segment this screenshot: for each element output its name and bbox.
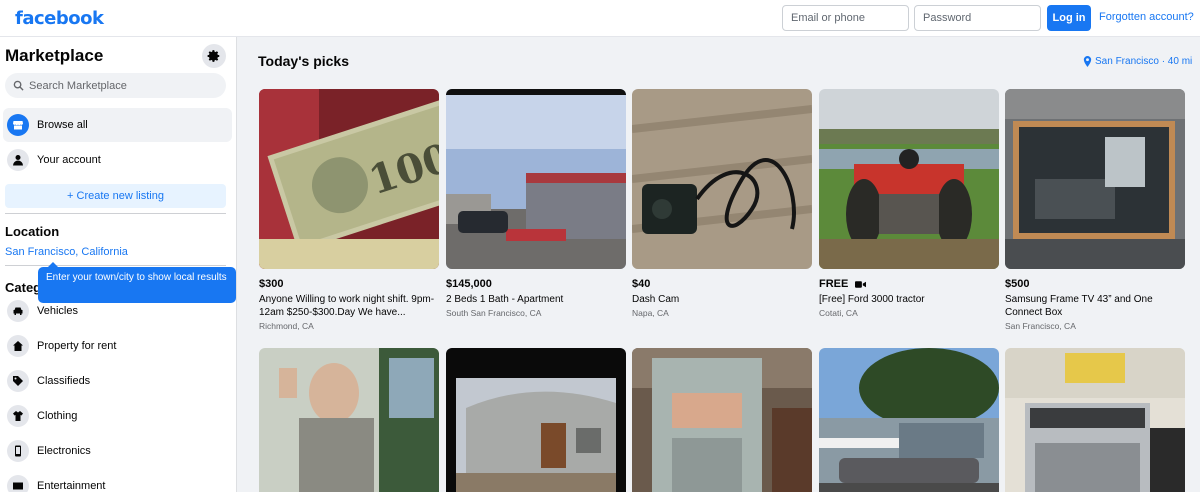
category-label: Clothing: [37, 410, 78, 422]
sidebar: Marketplace Browse all Your account + Cr…: [0, 37, 237, 492]
film-icon: [7, 475, 29, 492]
top-bar: facebook Log in Forgotten account?: [0, 0, 1200, 37]
listing-card[interactable]: $145,000 2 Beds 1 Bath - Apartment South…: [446, 89, 626, 318]
listing-price: $500: [1005, 278, 1030, 290]
listing-title: Anyone Willing to work night shift. 9pm-…: [259, 294, 435, 318]
listing-image-tractor[interactable]: [819, 89, 999, 269]
nav-label: Your account: [37, 154, 101, 166]
listing-image-house-car[interactable]: [819, 348, 999, 492]
password-field[interactable]: [914, 5, 1041, 31]
video-icon: [855, 280, 867, 288]
location-heading: Location: [5, 224, 60, 239]
category-clothing[interactable]: Clothing: [3, 401, 232, 431]
tag-icon: [7, 370, 29, 392]
listing-price: $300: [259, 278, 284, 290]
phone-icon: [7, 440, 29, 462]
settings-button[interactable]: [202, 44, 226, 68]
listing-location: Cotati, CA: [819, 308, 858, 318]
listing-image-stove[interactable]: [1005, 348, 1185, 492]
listing-image-doll[interactable]: [259, 348, 439, 492]
search-bar[interactable]: [5, 73, 226, 98]
location-filter-label: San Francisco · 40 mi: [1095, 56, 1193, 67]
listing-title: 2 Beds 1 Bath - Apartment: [446, 294, 564, 305]
listing-location: Napa, CA: [632, 308, 669, 318]
listing-card[interactable]: 100 $300 Anyone Willing to work night sh…: [259, 89, 439, 331]
location-filter[interactable]: San Francisco · 40 mi: [1083, 56, 1192, 67]
category-label: Classifieds: [37, 375, 91, 387]
listing-card[interactable]: FREE [Free] Ford 3000 tractor Cotati, CA: [819, 89, 999, 318]
storefront-icon: [7, 114, 29, 136]
search-input[interactable]: [29, 79, 219, 92]
listing-title: [Free] Ford 3000 tractor: [819, 294, 925, 305]
listing-title: Samsung Frame TV 43” and One Connect Box: [1005, 294, 1153, 318]
category-label: Electronics: [37, 445, 91, 457]
listing-card[interactable]: [1005, 348, 1185, 492]
category-electronics[interactable]: Electronics: [3, 436, 232, 466]
category-entertainment[interactable]: Entertainment: [3, 471, 232, 492]
listing-card[interactable]: $40 Dash Cam Napa, CA: [632, 89, 812, 318]
create-listing-button[interactable]: + Create new listing: [5, 184, 226, 208]
listing-price: $40: [632, 278, 651, 290]
nav-your-account[interactable]: Your account: [3, 143, 232, 177]
location-tooltip: Enter your town/city to show local resul…: [38, 262, 236, 303]
car-icon: [7, 300, 29, 322]
listing-title: Dash Cam: [632, 294, 680, 305]
page-title: Today's picks: [258, 53, 349, 69]
listing-price-value: FREE: [819, 278, 849, 290]
sidebar-title: Marketplace: [5, 46, 104, 65]
person-icon: [7, 149, 29, 171]
gear-icon: [207, 50, 220, 62]
nav-browse-all[interactable]: Browse all: [3, 108, 232, 142]
listing-image-dash-cam[interactable]: [632, 89, 812, 269]
house-icon: [7, 335, 29, 357]
divider: [5, 213, 226, 214]
category-label: Property for rent: [37, 340, 117, 352]
category-label: Entertainment: [37, 480, 106, 492]
listing-card[interactable]: [259, 348, 439, 492]
facebook-logo[interactable]: facebook: [15, 8, 104, 29]
listing-image-cabinet[interactable]: [632, 348, 812, 492]
nav-label: Browse all: [37, 119, 88, 131]
divider: [5, 265, 226, 266]
listing-price: FREE: [819, 278, 999, 290]
search-icon: [13, 80, 24, 91]
listing-card[interactable]: [819, 348, 999, 492]
listing-image-money[interactable]: 100: [259, 89, 439, 269]
listing-image-tv[interactable]: [1005, 89, 1185, 269]
category-property-for-rent[interactable]: Property for rent: [3, 331, 232, 361]
location-link[interactable]: San Francisco, California: [5, 246, 128, 258]
listing-card[interactable]: [446, 348, 626, 492]
login-button[interactable]: Log in: [1047, 5, 1091, 31]
category-classifieds[interactable]: Classifieds: [3, 366, 232, 396]
listing-card[interactable]: $500 Samsung Frame TV 43” and One Connec…: [1005, 89, 1185, 331]
listing-location: South San Francisco, CA: [446, 308, 542, 318]
category-label: Vehicles: [37, 305, 78, 317]
forgot-account-link[interactable]: Forgotten account?: [1099, 11, 1194, 23]
shirt-icon: [7, 405, 29, 427]
listing-location: Richmond, CA: [259, 321, 314, 331]
listing-image-mobile-home[interactable]: [446, 89, 626, 269]
listing-image-trailer[interactable]: [446, 348, 626, 492]
listing-location: San Francisco, CA: [1005, 321, 1076, 331]
location-pin-icon: [1083, 56, 1092, 67]
listing-price: $145,000: [446, 278, 492, 290]
email-field[interactable]: [782, 5, 909, 31]
listing-card[interactable]: [632, 348, 812, 492]
